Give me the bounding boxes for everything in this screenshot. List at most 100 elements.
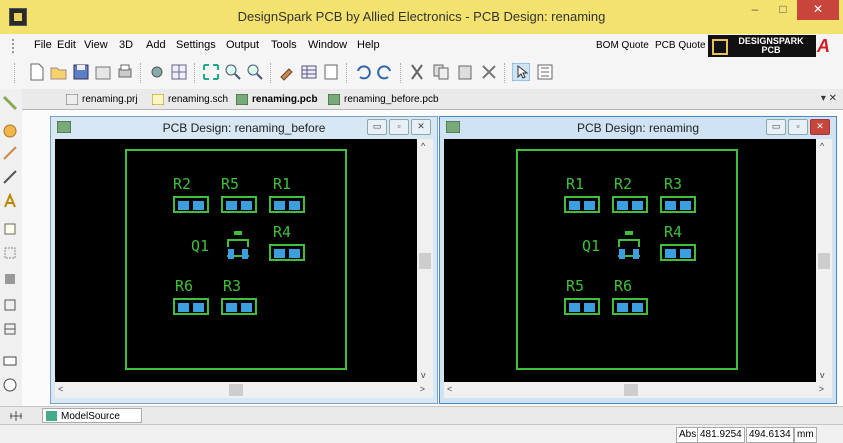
scroll-up-arrow[interactable]: ^ [820, 141, 824, 151]
close-button[interactable]: ✕ [797, 0, 839, 20]
shape-tool-icon[interactable] [2, 221, 18, 237]
schematic-icon [152, 94, 164, 105]
track-tool-icon[interactable] [2, 145, 18, 161]
menu-window[interactable]: Window [308, 39, 347, 51]
scroll-thumb[interactable] [229, 384, 243, 396]
copper-pour-icon[interactable] [2, 271, 18, 287]
ref-label-q1: Q1 [582, 237, 601, 255]
child-restore-button[interactable]: ▫ [389, 119, 409, 135]
child-close-button[interactable]: ✕ [411, 119, 431, 135]
status-bar: Abs 481.9254 494.6134 mm [0, 424, 843, 443]
units-field[interactable]: mm [794, 427, 817, 443]
menu-edit[interactable]: Edit [57, 39, 76, 51]
maximize-button[interactable]: □ [769, 0, 797, 20]
cut-icon[interactable] [408, 63, 426, 81]
report-icon[interactable] [322, 63, 340, 81]
menu-settings[interactable]: Settings [176, 39, 216, 51]
selection-filter-icon[interactable] [536, 63, 554, 81]
paint-icon[interactable] [278, 63, 296, 81]
grid-icon[interactable] [170, 63, 188, 81]
tab-modelsource[interactable]: ModelSource [42, 408, 142, 423]
horizontal-scrollbar[interactable]: < > [55, 382, 433, 398]
copy-icon[interactable] [432, 63, 450, 81]
minimize-button[interactable]: – [741, 0, 769, 20]
text-tool-icon[interactable] [2, 193, 18, 209]
menu-output[interactable]: Output [226, 39, 259, 51]
print-icon[interactable] [116, 63, 134, 81]
scroll-thumb[interactable] [818, 253, 830, 269]
scroll-left-arrow[interactable]: < [58, 384, 63, 394]
scroll-down-arrow[interactable]: v [820, 370, 825, 380]
pcb-canvas[interactable]: R1 R2 R3 R4 Q1 R5 R6 [444, 139, 816, 382]
child-title-bar[interactable]: PCB Design: renaming_before ▭ ▫ ✕ [51, 117, 437, 139]
dimension-tool-icon[interactable] [2, 321, 18, 337]
table-icon[interactable] [300, 63, 318, 81]
pcb-quote-link[interactable]: PCB Quote [655, 40, 706, 51]
paste-icon[interactable] [456, 63, 474, 81]
new-file-icon[interactable] [28, 63, 46, 81]
zoom-fit-icon[interactable] [202, 63, 220, 81]
menu-add[interactable]: Add [146, 39, 166, 51]
footprint-r6 [612, 298, 648, 315]
scroll-left-arrow[interactable]: < [447, 384, 452, 394]
pad-tool-icon[interactable] [2, 123, 18, 139]
menu-help[interactable]: Help [357, 39, 380, 51]
ref-label-r2: R2 [614, 175, 633, 193]
menu-tools[interactable]: Tools [271, 39, 297, 51]
rectangle-tool-icon[interactable] [2, 353, 18, 369]
scroll-right-arrow[interactable]: > [420, 384, 425, 394]
ref-label-q1: Q1 [191, 237, 210, 255]
undo-icon[interactable] [354, 63, 372, 81]
ref-label-r4: R4 [273, 223, 292, 241]
pcb-icon [328, 94, 340, 105]
scroll-thumb[interactable] [624, 384, 638, 396]
child-title-bar[interactable]: PCB Design: renaming ▭ ▫ ✕ [440, 117, 836, 139]
select-cursor-icon[interactable] [512, 63, 530, 81]
ref-label-r1: R1 [566, 175, 585, 193]
redo-icon[interactable] [376, 63, 394, 81]
child-close-button[interactable]: ✕ [810, 119, 830, 135]
board-outline-icon[interactable] [2, 297, 18, 313]
ref-label-r5: R5 [221, 175, 240, 193]
tab-renaming-pcb[interactable]: renaming.pcb [236, 92, 318, 108]
child-minimize-button[interactable]: ▭ [367, 119, 387, 135]
pcb-canvas[interactable]: R2 R5 R1 R4 Q1 R6 R3 [55, 139, 417, 382]
menu-file[interactable]: File [34, 39, 52, 51]
line-tool-icon[interactable] [2, 169, 18, 185]
child-restore-button[interactable]: ▫ [788, 119, 808, 135]
horizontal-scrollbar[interactable]: < > [444, 382, 832, 398]
scroll-thumb[interactable] [419, 253, 431, 269]
menu-3d[interactable]: 3D [119, 39, 133, 51]
route-tool-icon[interactable] [2, 95, 18, 111]
tab-renaming-prj[interactable]: renaming.prj [66, 92, 138, 108]
pcb-window-renaming[interactable]: PCB Design: renaming ▭ ▫ ✕ R1 R2 R3 R4 Q… [439, 116, 837, 404]
scroll-up-arrow[interactable]: ^ [421, 141, 425, 151]
delete-icon[interactable] [480, 63, 498, 81]
tab-label: ModelSource [61, 411, 120, 422]
zoom-out-icon[interactable] [246, 63, 264, 81]
close-doc-icon[interactable] [94, 63, 112, 81]
tab-renaming-before-pcb[interactable]: renaming_before.pcb [328, 92, 439, 108]
ref-label-r2: R2 [173, 175, 192, 193]
tab-renaming-sch[interactable]: renaming.sch [152, 92, 228, 108]
circle-tool-icon[interactable] [2, 377, 18, 393]
tab-pin-close[interactable]: ▾ ✕ [821, 93, 837, 104]
child-minimize-button[interactable]: ▭ [766, 119, 786, 135]
scroll-right-arrow[interactable]: > [819, 384, 824, 394]
footprint-r1 [269, 196, 305, 213]
designspark-logo: DESIGNSPARK PCB [708, 35, 816, 57]
area-tool-icon[interactable] [2, 245, 18, 261]
scroll-down-arrow[interactable]: v [421, 370, 426, 380]
vertical-scrollbar[interactable]: ^ v [417, 139, 433, 382]
component-icon[interactable] [148, 63, 166, 81]
pcb-icon [236, 94, 248, 105]
vertical-scrollbar[interactable]: ^ v [816, 139, 832, 382]
menu-view[interactable]: View [84, 39, 108, 51]
open-folder-icon[interactable] [50, 63, 68, 81]
pcb-window-renaming-before[interactable]: PCB Design: renaming_before ▭ ▫ ✕ R2 R5 … [50, 116, 438, 404]
bom-quote-link[interactable]: BOM Quote [596, 40, 649, 51]
save-icon[interactable] [72, 63, 90, 81]
zoom-in-icon[interactable] [224, 63, 242, 81]
footprint-q1 [225, 231, 251, 261]
panel-pin-icon[interactable] [8, 409, 24, 423]
